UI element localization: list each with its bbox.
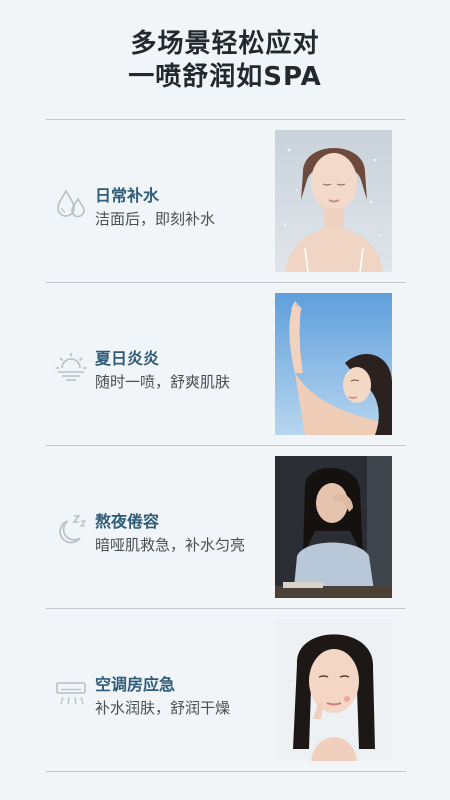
scene-subtitle: 随时一喷，舒爽肌肤 <box>95 373 231 391</box>
scene-subtitle: 暗哑肌救急，补水匀亮 <box>95 536 246 554</box>
scenes-page: 多场景轻松应对 一喷舒润如SPA 日常补水 洁面后，即刻补水 夏日炎炎 随时一喷… <box>0 0 450 800</box>
moon-zz-icon <box>54 512 88 546</box>
page-headline: 多场景轻松应对 一喷舒润如SPA <box>0 28 450 94</box>
scene-subtitle: 补水润肤，舒润干燥 <box>95 699 231 717</box>
scene-photo-air-conditioning <box>275 619 392 761</box>
air-conditioner-icon <box>54 675 88 709</box>
scene-card-late-night: 熬夜倦容 暗哑肌救急，补水匀亮 <box>46 446 406 609</box>
divider <box>46 771 406 772</box>
scene-photo-late-night <box>275 456 392 598</box>
headline-line-1: 多场景轻松应对 <box>130 29 320 59</box>
headline-line-2: 一喷舒润如SPA <box>128 62 322 92</box>
scene-subtitle: 洁面后，即刻补水 <box>95 210 216 228</box>
scene-photo-daily <box>275 130 392 272</box>
scene-card-daily: 日常补水 洁面后，即刻补水 <box>46 120 406 283</box>
scene-title: 熬夜倦容 <box>95 512 160 531</box>
sunrise-icon <box>54 349 88 383</box>
scene-title: 空调房应急 <box>95 675 176 694</box>
scene-card-summer: 夏日炎炎 随时一喷，舒爽肌肤 <box>46 283 406 446</box>
water-drops-icon <box>54 186 88 220</box>
scene-title: 日常补水 <box>95 186 160 205</box>
scene-title: 夏日炎炎 <box>95 349 160 368</box>
scene-photo-summer <box>275 293 392 435</box>
scene-card-air-conditioning: 空调房应急 补水润肤，舒润干燥 <box>46 609 406 772</box>
